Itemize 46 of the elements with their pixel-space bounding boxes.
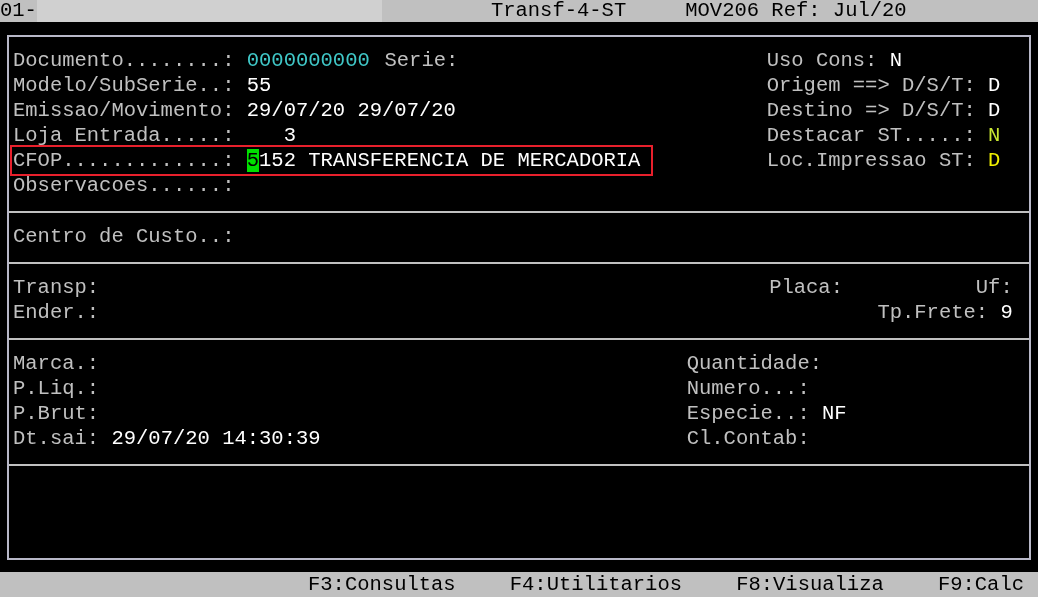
field-label: Documento........: bbox=[13, 48, 235, 73]
field-label: Serie: bbox=[384, 48, 459, 73]
field-value: D bbox=[988, 73, 1001, 98]
field-value: D bbox=[988, 98, 1001, 123]
field-label: Cl.Contab: bbox=[686, 426, 810, 451]
field-label: Numero...: bbox=[686, 376, 810, 401]
function-key[interactable]: F8:Visualiza bbox=[736, 573, 884, 596]
field-label: Tp.Frete: bbox=[877, 300, 989, 325]
field-label: Placa: bbox=[769, 275, 843, 300]
screen-reference: MOV206 Ref: Jul/20 bbox=[685, 0, 907, 22]
field-label: CFOP.............: bbox=[13, 148, 235, 173]
field-value: 29/07/20 14:30:39 bbox=[111, 426, 321, 451]
field-label: Observacoes......: bbox=[13, 173, 235, 198]
field-value: 29/07/20 29/07/20 bbox=[246, 98, 456, 123]
function-key[interactable]: F4:Utilitarios bbox=[509, 573, 682, 596]
field-label: Uf: bbox=[975, 275, 1013, 300]
field-label: Loja Entrada.....: bbox=[13, 123, 235, 148]
field-label: Transp: bbox=[13, 275, 100, 300]
field-label: Marca.: bbox=[13, 351, 100, 376]
field-value: N bbox=[988, 123, 1001, 148]
field-label: Loc.Impressao ST: bbox=[766, 148, 976, 173]
field-label: P.Liq.: bbox=[13, 376, 100, 401]
field-value: NF bbox=[822, 401, 847, 426]
field-label: Centro de Custo..: bbox=[13, 224, 235, 249]
field-label: Ender.: bbox=[13, 300, 100, 325]
field-label: Especie..: bbox=[686, 401, 810, 426]
field-value: 0000000000 bbox=[246, 48, 370, 73]
field-value: N bbox=[889, 48, 902, 73]
field-value: D bbox=[988, 148, 1001, 173]
field-label: Dt.sai: bbox=[13, 426, 100, 451]
field-value: 9 bbox=[1000, 300, 1013, 325]
function-key[interactable]: F9:Calc bbox=[937, 573, 1024, 596]
field-label: Uso Cons: bbox=[766, 48, 878, 73]
field-value: 5152 TRANSFERENCIA DE MERCADORIA bbox=[246, 148, 641, 173]
field-value: 55 bbox=[246, 73, 272, 98]
function-key[interactable]: F3:Consultas bbox=[308, 573, 456, 596]
field-label: Emissao/Movimento: bbox=[13, 98, 235, 123]
field-label: Modelo/SubSerie..: bbox=[13, 73, 235, 98]
screen-code: 01- bbox=[0, 0, 37, 22]
field-label: P.Brut: bbox=[13, 401, 100, 426]
field-label: Origem ==> D/S/T: bbox=[766, 73, 976, 98]
field-value: 3 bbox=[282, 123, 296, 148]
field-label: Quantidade: bbox=[686, 351, 823, 376]
field-label: Destino => D/S/T: bbox=[766, 98, 976, 123]
field-label: Destacar ST.....: bbox=[766, 123, 976, 148]
screen-title: Transf-4-ST bbox=[490, 0, 627, 22]
